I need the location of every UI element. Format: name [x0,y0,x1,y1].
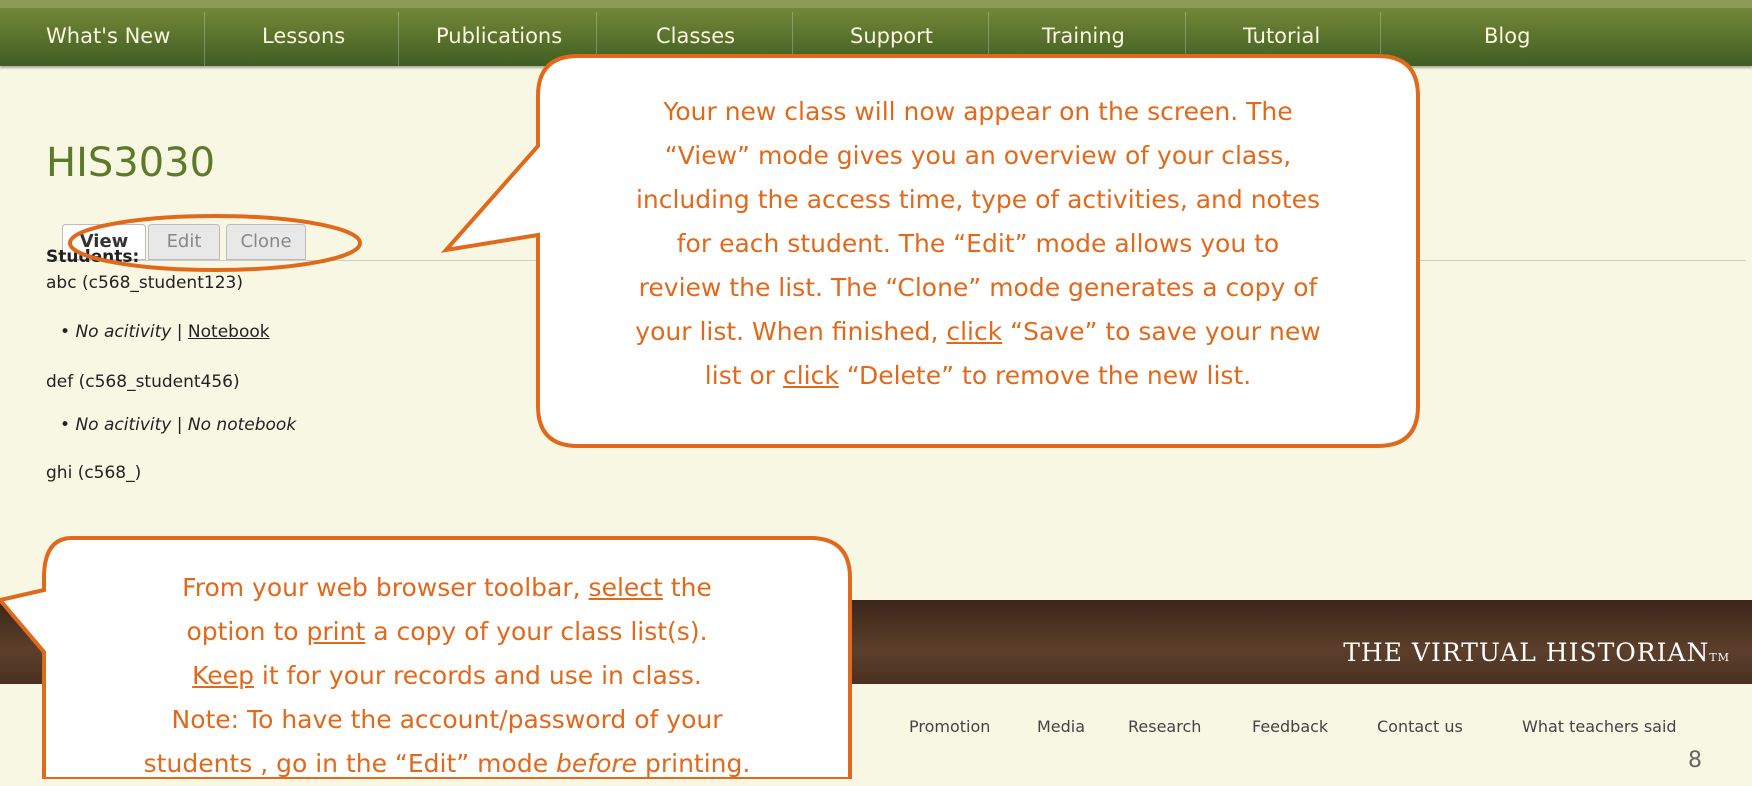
brand-name: THE VIRTUAL HISTORIAN [1343,638,1710,667]
activity-status: No acitivity [75,415,172,435]
student-activity-row: • No acitivity | No notebook [60,415,296,435]
callout-text: “Delete” to remove the new list. [838,361,1252,390]
callout-line: for each student. The “Edit” mode allows… [676,229,1280,258]
callout-top-text: Your new class will now appear on the sc… [545,90,1411,398]
nav-divider [1185,12,1186,66]
callout-emphasis: before [556,749,638,778]
callout-line: “View” mode gives you an overview of you… [664,141,1292,170]
callout-line: Keep it for your records and use in clas… [52,654,842,698]
students-label: Students: [46,247,140,267]
nav-classes[interactable]: Classes [656,24,735,48]
callout-text: printing. [637,749,751,778]
nav-divider [204,12,205,66]
callout-text: students , go in the “Edit” mode [143,749,557,778]
callout-text: From your web browser toolbar, [182,573,589,602]
nav-support[interactable]: Support [850,24,933,48]
callout-line: From your web browser toolbar, select th… [52,566,842,610]
footer-link-research[interactable]: Research [1128,717,1201,736]
callout-line: Your new class will now appear on the sc… [663,97,1293,126]
callout-emphasis: click [946,317,1003,346]
top-navigation-bar: What's New Lessons Publications Classes … [0,0,1752,66]
nav-blog[interactable]: Blog [1484,24,1530,48]
callout-bottom-text: From your web browser toolbar, select th… [52,566,842,786]
nav-whats-new[interactable]: What's New [46,24,170,48]
nav-top-strip [0,0,1752,8]
callout-line: list or click “Delete” to remove the new… [545,354,1411,398]
callout-text: it for your records and use in class. [253,661,702,690]
student-name: def (c568_student456) [46,372,240,392]
callout-text: your list. When finished, [635,317,947,346]
separator: | [176,415,183,435]
callout-line: Note: To have the account/password of yo… [171,705,723,734]
nav-divider [792,12,793,66]
nav-divider [398,12,399,66]
bullet-icon: • [60,415,71,435]
callout-line: your list. When finished, click “Save” t… [545,310,1411,354]
nav-lessons[interactable]: Lessons [262,24,345,48]
footer-link-promotion[interactable]: Promotion [909,717,990,736]
callout-text: a copy of your class list(s). [365,617,708,646]
callout-emphasis: click [782,361,839,390]
footer-link-feedback[interactable]: Feedback [1252,717,1328,736]
notebook-status: No notebook [187,415,297,435]
student-activity-row: • No acitivity | Notebook [60,322,270,342]
callout-line: review the list. The “Clone” mode genera… [638,273,1318,302]
nav-training[interactable]: Training [1042,24,1125,48]
separator: | [176,322,183,342]
callout-line: option to print a copy of your class lis… [52,610,842,654]
tab-clone[interactable]: Clone [226,224,306,260]
page-title: HIS3030 [46,140,216,186]
page-number: 8 [1688,748,1702,773]
callout-emphasis: print [306,617,366,646]
callout-line: including the access time, type of activ… [635,185,1321,214]
nav-publications[interactable]: Publications [436,24,562,48]
bullet-icon: • [60,322,71,342]
footer-link-contact[interactable]: Contact us [1377,717,1463,736]
callout-text: “Save” to save your new [1002,317,1321,346]
footer-link-media[interactable]: Media [1037,717,1085,736]
callout-text: option to [186,617,307,646]
nav-divider [1380,12,1381,66]
nav-divider [596,12,597,66]
callout-text: the [662,573,712,602]
student-name: abc (c568_student123) [46,273,243,293]
brand-logo: THE VIRTUAL HISTORIANTM [1343,638,1730,667]
activity-status: No acitivity [75,322,172,342]
callout-text: list or [704,361,783,390]
callout-emphasis: select [588,573,663,602]
callout-emphasis: Keep [192,661,254,690]
notebook-link[interactable]: Notebook [188,322,270,342]
tab-edit[interactable]: Edit [148,224,220,260]
student-name: ghi (c568_) [46,463,142,483]
callout-line: students , go in the “Edit” mode before … [52,742,842,786]
nav-divider [988,12,989,66]
nav-tutorial[interactable]: Tutorial [1243,24,1320,48]
trademark: TM [1709,651,1730,664]
footer-link-teachers[interactable]: What teachers said [1522,717,1677,736]
